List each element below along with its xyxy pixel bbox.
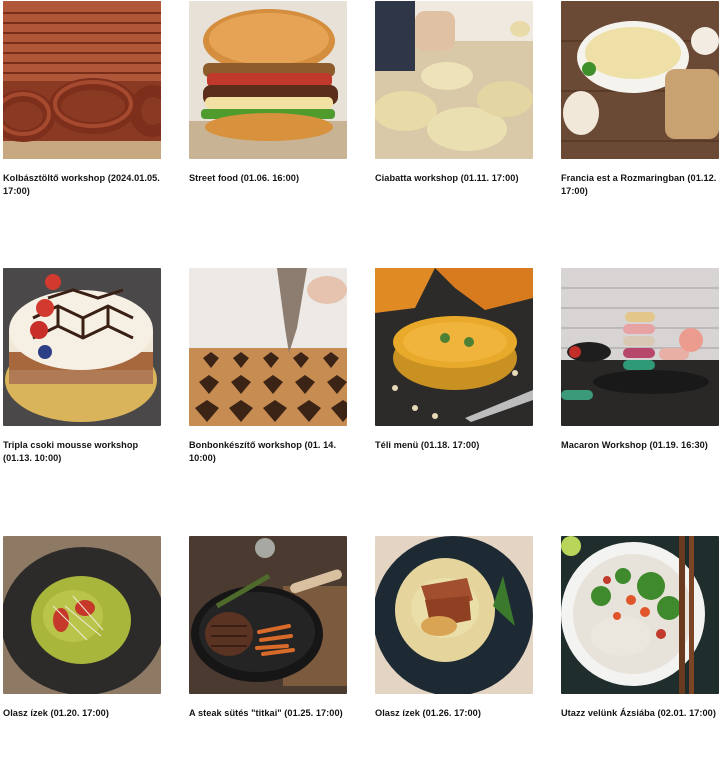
macarons-photo[interactable] [561,268,719,426]
burger-photo[interactable] [189,1,347,159]
event-title[interactable]: Street food (01.06. 16:00) [189,172,349,185]
event-title[interactable]: Téli menü (01.18. 17:00) [375,439,535,452]
event-card[interactable]: Tripla csoki mousse workshop (01.13. 10:… [3,268,161,465]
events-grid: Kolbásztöltő workshop (2024.01.05. 17:00… [0,0,726,776]
event-title[interactable]: Ciabatta workshop (01.11. 17:00) [375,172,535,185]
event-title[interactable]: Kolbásztöltő workshop (2024.01.05. 17:00… [3,172,163,198]
event-card[interactable]: Street food (01.06. 16:00) [189,1,347,185]
event-title[interactable]: Olasz ízek (01.26. 17:00) [375,707,535,720]
event-title[interactable]: A steak sütés "titkai" (01.25. 17:00) [189,707,349,720]
event-card[interactable]: Ciabatta workshop (01.11. 17:00) [375,1,533,185]
cream-soup-photo[interactable] [561,1,719,159]
asian-bowl-photo[interactable] [561,536,719,694]
event-title[interactable]: Tripla csoki mousse workshop (01.13. 10:… [3,439,163,465]
event-card[interactable]: Téli menü (01.18. 17:00) [375,268,533,452]
event-card[interactable]: Utazz velünk Ázsiába (02.01. 17:00) [561,536,719,720]
pesto-pasta-photo[interactable] [3,536,161,694]
event-card[interactable]: Olasz ízek (01.20. 17:00) [3,536,161,720]
event-card[interactable]: Bonbonkészítő workshop (01. 14. 10:00) [189,268,347,465]
event-title[interactable]: Francia est a Rozmaringban (01.12. 17:00… [561,172,721,198]
pumpkin-soup-photo[interactable] [375,268,533,426]
steak-pan-photo[interactable] [189,536,347,694]
polenta-dish-photo[interactable] [375,536,533,694]
event-title[interactable]: Olasz ízek (01.20. 17:00) [3,707,163,720]
event-title[interactable]: Utazz velünk Ázsiába (02.01. 17:00) [561,707,721,720]
event-card[interactable]: Olasz ízek (01.26. 17:00) [375,536,533,720]
ciabatta-bread-photo[interactable] [375,1,533,159]
sausages-photo[interactable] [3,1,161,159]
event-card[interactable]: A steak sütés "titkai" (01.25. 17:00) [189,536,347,720]
event-title[interactable]: Macaron Workshop (01.19. 16:30) [561,439,721,452]
event-card[interactable]: Macaron Workshop (01.19. 16:30) [561,268,719,452]
mousse-cake-photo[interactable] [3,268,161,426]
bonbon-mold-photo[interactable] [189,268,347,426]
event-title[interactable]: Bonbonkészítő workshop (01. 14. 10:00) [189,439,349,465]
event-card[interactable]: Kolbásztöltő workshop (2024.01.05. 17:00… [3,1,161,198]
event-card[interactable]: Francia est a Rozmaringban (01.12. 17:00… [561,1,719,198]
